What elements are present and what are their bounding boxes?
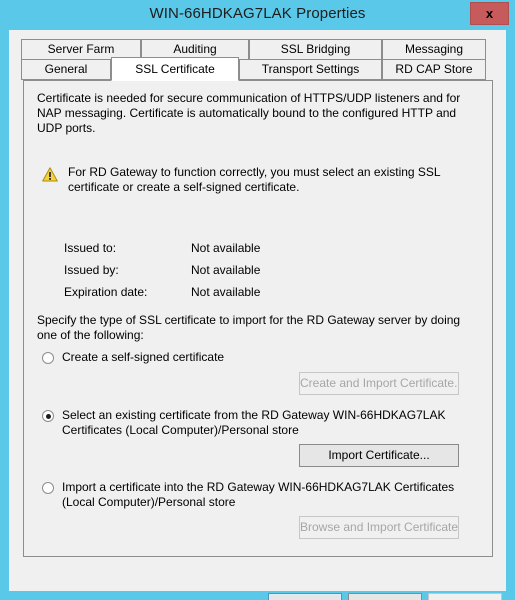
option-import-certificate-label: Import a certificate into the RD Gateway… [62, 480, 455, 509]
radio-import-certificate[interactable] [42, 482, 54, 494]
dialog-body: Server Farm Auditing SSL Bridging Messag… [9, 30, 506, 600]
issued-to-label: Issued to: [64, 241, 117, 255]
cancel-button[interactable]: Cancel [348, 593, 422, 600]
cert-info-row: Issued to: Not available [64, 241, 464, 263]
option-select-existing-label: Select an existing certificate from the … [62, 408, 446, 437]
tab-transport-settings[interactable]: Transport Settings [239, 59, 382, 80]
tab-strip: Server Farm Auditing SSL Bridging Messag… [9, 30, 506, 81]
expiration-date-value: Not available [191, 285, 261, 299]
specify-text: Specify the type of SSL certificate to i… [37, 313, 461, 342]
tab-messaging[interactable]: Messaging [382, 39, 486, 60]
tab-rd-cap-store[interactable]: RD CAP Store [382, 59, 486, 80]
intro-text: Certificate is needed for secure communi… [37, 91, 461, 135]
warning-text: For RD Gateway to function correctly, yo… [68, 165, 441, 194]
ok-button[interactable]: OK [268, 593, 342, 600]
radio-select-existing[interactable] [42, 410, 54, 422]
warning-triangle-icon [42, 167, 58, 182]
issued-to-value: Not available [191, 241, 261, 255]
tab-ssl-certificate[interactable]: SSL Certificate [111, 57, 239, 81]
title-bar[interactable]: WIN-66HDKAG7LAK Properties x [0, 0, 515, 30]
expiration-date-label: Expiration date: [64, 285, 148, 299]
option-create-self-signed-label: Create a self-signed certificate [62, 350, 225, 364]
issued-by-label: Issued by: [64, 263, 119, 277]
tab-ssl-bridging[interactable]: SSL Bridging [249, 39, 382, 60]
issued-by-value: Not available [191, 263, 261, 277]
cert-info-row: Expiration date: Not available [64, 285, 464, 307]
window-title: WIN-66HDKAG7LAK Properties [149, 5, 366, 22]
create-and-import-certificate-button[interactable]: Create and Import Certificate... [299, 372, 459, 395]
ssl-certificate-tab-panel: Certificate is needed for secure communi… [23, 80, 493, 557]
import-certificate-button[interactable]: Import Certificate... [299, 444, 459, 467]
cert-info-row: Issued by: Not available [64, 263, 464, 285]
radio-create-self-signed[interactable] [42, 352, 54, 364]
close-icon[interactable]: x [470, 2, 509, 25]
tab-general[interactable]: General [21, 59, 111, 80]
browse-and-import-certificate-button[interactable]: Browse and Import Certificate... [299, 516, 459, 539]
certificate-info: Issued to: Not available Issued by: Not … [64, 241, 464, 307]
properties-dialog-window: WIN-66HDKAG7LAK Properties x Server Farm… [0, 0, 515, 600]
apply-button[interactable]: Apply [428, 593, 502, 600]
